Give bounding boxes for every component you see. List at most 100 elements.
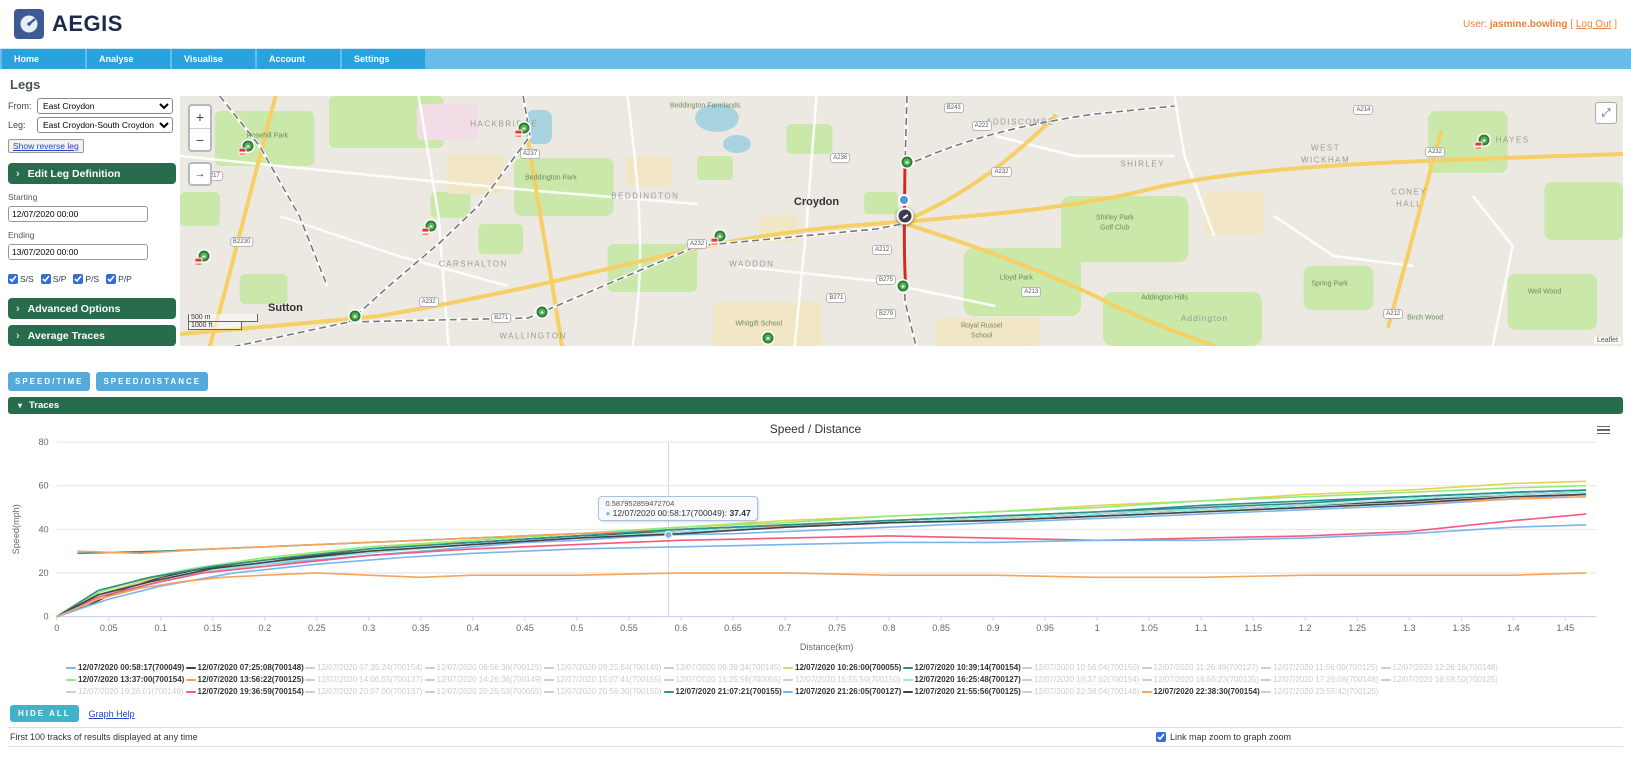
nav-tab-account[interactable]: Account xyxy=(257,49,340,69)
map-zoom-out-button[interactable]: − xyxy=(190,128,210,150)
checkbox-S-S[interactable] xyxy=(8,274,18,284)
speed-distance-chart[interactable]: 0 20 40 60 80 0 0.05 0.1 0.15 0.2 0.25 0.3 0.35 0.4 0.… xyxy=(8,436,1623,658)
legend-item[interactable]: 12/07/2020 20:07:00(700137) xyxy=(305,686,425,698)
logout-link[interactable]: Log Out xyxy=(1576,19,1612,30)
map-pan-button[interactable]: → xyxy=(188,162,212,186)
legend-item[interactable]: 12/07/2020 11:56:00(700125) xyxy=(1261,662,1381,674)
nav-tab-analyse[interactable]: Analyse xyxy=(87,49,170,69)
station-marker-icon[interactable] xyxy=(897,280,909,292)
legend-item[interactable]: 12/07/2020 13:56:22(700125) xyxy=(185,674,306,686)
legend-item[interactable]: 12/07/2020 21:55:56(700125) xyxy=(902,686,1023,698)
legend-item[interactable]: 12/07/2020 14:26:36(700149) xyxy=(424,674,545,686)
checkbox-P-S[interactable] xyxy=(73,274,84,284)
legend-item[interactable]: 12/07/2020 22:38:04(700148) xyxy=(1022,686,1142,698)
legend-item[interactable]: 12/07/2020 10:56:04(700150) xyxy=(1022,662,1142,674)
legend-swatch-icon xyxy=(1141,691,1152,694)
speed-time-button[interactable]: SPEED/TIME xyxy=(8,372,91,391)
checkbox-P-P[interactable] xyxy=(106,274,117,284)
svg-text:1.4: 1.4 xyxy=(1507,623,1520,633)
map-expand-button[interactable]: ⤢ xyxy=(1595,102,1617,124)
svg-text:0.9: 0.9 xyxy=(987,623,1000,633)
user-area: User: jasmine.bowling [ Log Out ] xyxy=(1463,18,1617,30)
legend-swatch-icon xyxy=(783,691,793,694)
svg-text:0.15: 0.15 xyxy=(204,623,222,633)
chevron-down-icon: ▾ xyxy=(18,401,23,410)
svg-text:0.25: 0.25 xyxy=(308,623,326,633)
checkbox-S-P[interactable] xyxy=(40,274,51,284)
legend-item[interactable]: 12/07/2020 19:26:01(700149) xyxy=(66,686,186,698)
legend-swatch-icon xyxy=(185,691,196,694)
station-marker-icon[interactable] xyxy=(901,156,913,168)
legend-item[interactable]: 12/07/2020 07:25:08(700148) xyxy=(185,662,306,674)
edit-leg-definition-header[interactable]: › Edit Leg Definition xyxy=(8,163,176,184)
east-croydon-marker-icon[interactable] xyxy=(897,194,910,206)
svg-text:0.75: 0.75 xyxy=(828,623,846,633)
graph-help-link[interactable]: Graph Help xyxy=(89,709,135,719)
legend-item[interactable]: 12/07/2020 18:58:50(700125) xyxy=(1380,674,1501,686)
ending-input[interactable] xyxy=(8,244,148,260)
map-zoom-in-button[interactable]: + xyxy=(190,106,210,128)
legend-item[interactable]: 12/07/2020 22:38:30(700154) xyxy=(1141,686,1262,698)
legend-item[interactable]: 12/07/2020 08:56:36(700125) xyxy=(424,662,545,674)
rail-logo-icon xyxy=(710,237,719,246)
ending-label: Ending xyxy=(8,230,35,240)
average-traces-header[interactable]: › Average Traces xyxy=(8,325,176,346)
legend-item[interactable]: 12/07/2020 12:26:16(700148) xyxy=(1380,662,1501,674)
legend-item[interactable]: 12/07/2020 14:06:55(700137) xyxy=(305,674,425,686)
app-header: AEGIS User: jasmine.bowling [ Log Out ] xyxy=(0,0,1631,48)
nav-tab-home[interactable]: Home xyxy=(2,49,85,69)
legend-item[interactable]: 12/07/2020 15:25:56(700055) xyxy=(663,674,784,686)
starting-input[interactable] xyxy=(8,206,148,222)
traces-panel-header[interactable]: ▾ Traces xyxy=(8,397,1623,414)
legend-swatch-icon xyxy=(424,679,435,682)
trace-line[interactable]: 12/07/2020 22:38:30(700154) xyxy=(56,572,1587,618)
svg-text:Speed(mph): Speed(mph) xyxy=(11,504,21,554)
starting-label: Starting xyxy=(8,192,38,202)
svg-text:0.45: 0.45 xyxy=(516,623,534,633)
legend-item[interactable]: 12/07/2020 13:37:00(700154) xyxy=(66,674,186,686)
legend-item[interactable]: 12/07/2020 19:36:59(700154) xyxy=(185,686,306,698)
show-reverse-leg-button[interactable]: Show reverse leg xyxy=(8,139,84,153)
legend-item[interactable]: 12/07/2020 10:26:00(700055) xyxy=(783,662,903,674)
legend-item[interactable]: 12/07/2020 15:07:41(700155) xyxy=(544,674,664,686)
legend-item[interactable]: 12/07/2020 16:25:48(700127) xyxy=(902,674,1023,686)
legend-item[interactable]: 12/07/2020 21:26:05(700127) xyxy=(783,686,903,698)
trace-line[interactable]: 12/07/2020 16:25:48(700127) xyxy=(56,491,1587,618)
legend-item[interactable]: 12/07/2020 20:56:30(700150) xyxy=(544,686,664,698)
nav-tab-settings[interactable]: Settings xyxy=(342,49,425,69)
trace-line[interactable]: 12/07/2020 21:26:05(700127) xyxy=(56,524,1587,618)
legend-item[interactable]: 12/07/2020 00:58:17(700049) xyxy=(66,662,186,674)
legend-item[interactable]: 12/07/2020 16:37:02(700154) xyxy=(1022,674,1142,686)
speed-distance-button[interactable]: SPEED/DISTANCE xyxy=(96,372,209,391)
link-zoom-checkbox[interactable] xyxy=(1155,732,1166,743)
map-attribution[interactable]: Leaflet xyxy=(1593,337,1621,344)
legend-item[interactable]: 12/07/2020 21:07:21(700155) xyxy=(663,686,784,698)
legend-item[interactable]: 12/07/2020 15:55:50(700150) xyxy=(783,674,903,686)
legend-swatch-icon xyxy=(544,667,554,670)
legend-item[interactable]: 12/07/2020 16:56:23(700135) xyxy=(1141,674,1262,686)
legend-swatch-icon xyxy=(1261,679,1271,682)
legend-item[interactable]: 12/07/2020 11:26:49(700127) xyxy=(1141,662,1262,674)
leg-select[interactable]: East Croydon-South Croydon xyxy=(37,117,173,133)
nav-tab-visualise[interactable]: Visualise xyxy=(172,49,255,69)
svg-text:0.8: 0.8 xyxy=(883,623,896,633)
legend-item[interactable]: 12/07/2020 09:39:34(700145) xyxy=(663,662,784,674)
legend-item[interactable]: 12/07/2020 07:35:24(700154) xyxy=(305,662,425,674)
legend-item[interactable]: 12/07/2020 09:25:54(700149) xyxy=(544,662,664,674)
legend-item[interactable]: 12/07/2020 20:25:53(700055) xyxy=(424,686,545,698)
trace-line[interactable]: 12/07/2020 07:25:08(700148) xyxy=(56,491,1587,618)
legend-item[interactable]: 12/07/2020 23:55:42(700125) xyxy=(1261,686,1381,698)
selected-leg-marker-icon[interactable] xyxy=(896,207,914,225)
legend-item[interactable]: 12/07/2020 10:39:14(700154) xyxy=(902,662,1023,674)
hide-all-button[interactable]: HIDE ALL xyxy=(10,705,79,723)
map[interactable]: Beddington Farmlands HACKBRIDGE Rosehill P… xyxy=(180,96,1623,346)
advanced-options-header[interactable]: › Advanced Options xyxy=(8,298,176,319)
legend-swatch-icon xyxy=(902,667,913,670)
station-marker-icon[interactable] xyxy=(762,332,774,344)
station-marker-icon[interactable] xyxy=(349,310,361,322)
trace-line[interactable]: 12/07/2020 21:07:21(700155) xyxy=(56,489,1587,618)
legend-swatch-icon xyxy=(783,679,793,682)
from-select[interactable]: East Croydon xyxy=(37,98,173,114)
station-marker-icon[interactable] xyxy=(536,306,548,318)
legend-item[interactable]: 12/07/2020 17:26:08(700148) xyxy=(1261,674,1381,686)
